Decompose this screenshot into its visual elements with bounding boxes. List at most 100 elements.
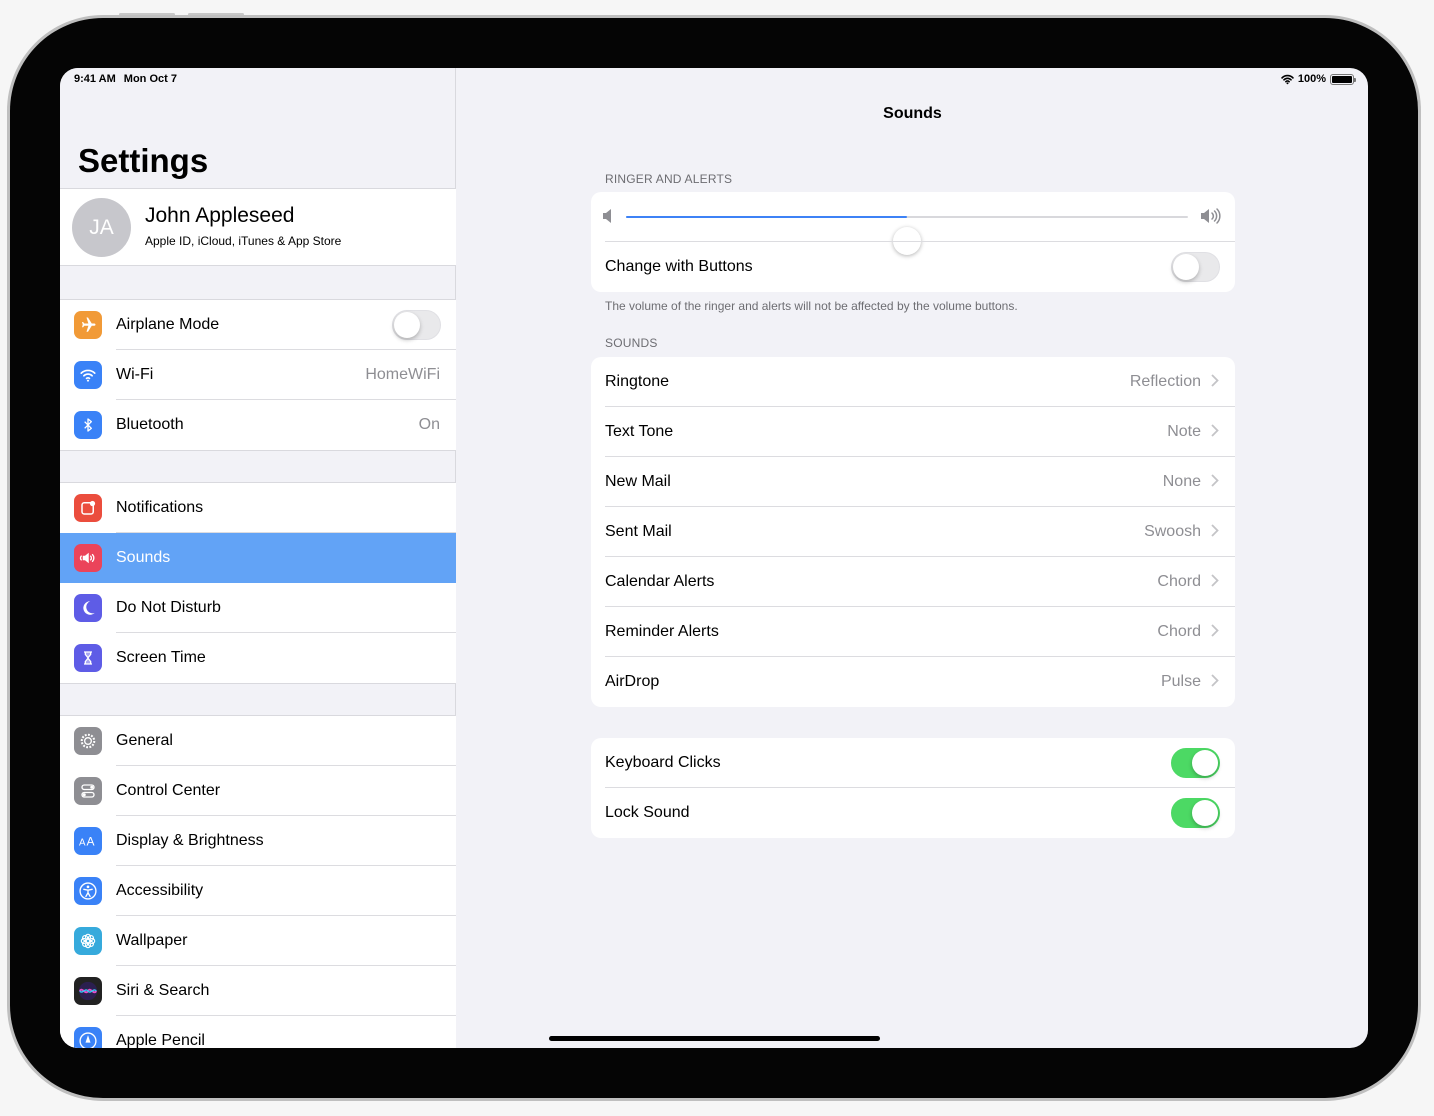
sidebar-item-control-center[interactable]: Control Center — [60, 766, 456, 816]
sound-row-new-mail[interactable]: New Mail None — [591, 457, 1235, 507]
sounds-detail-pane: 100% Sounds RINGER AND ALERTS Change wit… — [457, 68, 1368, 1048]
sound-value: None — [1162, 473, 1201, 490]
sidebar-item-label: Notifications — [116, 499, 204, 516]
sidebar-item-notifications[interactable]: Notifications — [60, 483, 456, 533]
sidebar-item-siri-search[interactable]: Siri & Search — [60, 966, 456, 1016]
sound-label: Sent Mail — [605, 523, 672, 540]
sidebar-item-label: Siri & Search — [116, 982, 210, 999]
status-bar-right: 100% — [1281, 73, 1356, 85]
ringer-volume-slider[interactable] — [626, 216, 1188, 255]
status-bar-left: 9:41 AM Mon Oct 7 — [74, 73, 185, 85]
airplane-mode-toggle[interactable] — [392, 310, 441, 340]
chevron-right-icon — [1211, 424, 1219, 437]
sound-label: New Mail — [605, 473, 671, 490]
volume-high-icon — [1201, 208, 1221, 224]
chevron-right-icon — [1211, 524, 1219, 537]
change-with-buttons-row: Change with Buttons — [591, 242, 1235, 292]
sidebar-item-sounds[interactable]: Sounds — [60, 533, 456, 583]
wifi-network-value: HomeWiFi — [365, 366, 440, 383]
feedback-sounds-card: Keyboard Clicks Lock Sound — [591, 738, 1235, 838]
sidebar-item-bluetooth[interactable]: Bluetooth On — [60, 400, 456, 450]
status-date: Mon Oct 7 — [123, 73, 177, 85]
sidebar-item-accessibility[interactable]: Accessibility — [60, 866, 456, 916]
sidebar-group-system: General Control Center AA Display & Brig… — [60, 715, 456, 1048]
sidebar-item-general[interactable]: General — [60, 716, 456, 766]
page-title: Settings — [78, 142, 209, 179]
chevron-right-icon — [1211, 474, 1219, 487]
detail-title: Sounds — [883, 105, 942, 122]
sound-row-reminder-alerts[interactable]: Reminder Alerts Chord — [591, 607, 1235, 657]
change-with-buttons-toggle[interactable] — [1171, 252, 1220, 282]
sidebar-item-label: Sounds — [116, 549, 171, 566]
sound-label: Reminder Alerts — [605, 623, 719, 640]
sidebar-item-label: General — [116, 732, 173, 749]
avatar: JA — [72, 198, 131, 257]
ringer-footer-note: The volume of the ringer and alerts will… — [605, 299, 1018, 313]
ringer-alerts-card: Change with Buttons — [591, 192, 1235, 292]
volume-low-icon — [603, 209, 611, 223]
sidebar-item-do-not-disturb[interactable]: Do Not Disturb — [60, 583, 456, 633]
sidebar-item-label: Wallpaper — [116, 932, 188, 949]
sound-label: Ringtone — [605, 373, 670, 390]
sidebar-item-label: Control Center — [116, 782, 221, 799]
sidebar-item-apple-pencil[interactable]: Apple Pencil — [60, 1016, 456, 1048]
status-time: 9:41 AM — [74, 73, 116, 85]
pencil-icon — [74, 1027, 102, 1048]
keyboard-clicks-toggle[interactable] — [1171, 748, 1220, 778]
ringer-alerts-header: RINGER AND ALERTS — [605, 172, 733, 186]
chevron-right-icon — [1211, 374, 1219, 387]
screen: 9:41 AM Mon Oct 7 Settings JA John Apples… — [60, 68, 1368, 1048]
sound-row-ringtone[interactable]: Ringtone Reflection — [591, 357, 1235, 407]
svg-text:A: A — [87, 835, 95, 849]
settings-sidebar: 9:41 AM Mon Oct 7 Settings JA John Apples… — [60, 68, 456, 1048]
lock-sound-toggle[interactable] — [1171, 798, 1220, 828]
keyboard-clicks-label: Keyboard Clicks — [605, 754, 721, 771]
switches-icon — [74, 777, 102, 805]
chevron-right-icon — [1211, 624, 1219, 637]
text-size-icon: AA — [74, 827, 102, 855]
lock-sound-label: Lock Sound — [605, 804, 690, 821]
sound-row-text-tone[interactable]: Text Tone Note — [591, 407, 1235, 457]
battery-icon — [1330, 73, 1356, 85]
home-indicator[interactable] — [549, 1036, 880, 1041]
chevron-right-icon — [1211, 574, 1219, 587]
sidebar-item-label: Apple Pencil — [116, 1032, 205, 1048]
profile-subtitle: Apple ID, iCloud, iTunes & App Store — [145, 234, 342, 248]
battery-percent: 100% — [1297, 73, 1326, 85]
sounds-header: SOUNDS — [605, 336, 658, 350]
sound-label: AirDrop — [605, 673, 660, 690]
profile-name: John Appleseed — [145, 204, 295, 227]
sidebar-group-connectivity: Airplane Mode Wi-Fi HomeWiFi Bluetooth O… — [60, 299, 456, 451]
apple-id-profile[interactable]: JA John Appleseed Apple ID, iCloud, iTun… — [60, 188, 456, 266]
sidebar-item-screen-time[interactable]: Screen Time — [60, 633, 456, 683]
sidebar-item-wifi[interactable]: Wi-Fi HomeWiFi — [60, 350, 456, 400]
gear-icon — [74, 727, 102, 755]
change-with-buttons-label: Change with Buttons — [605, 258, 753, 275]
sidebar-item-label: Wi-Fi — [116, 366, 154, 383]
speaker-icon — [74, 544, 102, 572]
siri-icon — [74, 977, 102, 1005]
sidebar-item-label: Do Not Disturb — [116, 599, 221, 616]
ringer-volume-fill — [626, 216, 907, 218]
sidebar-item-label: Screen Time — [116, 649, 206, 666]
sidebar-item-display-brightness[interactable]: AA Display & Brightness — [60, 816, 456, 866]
sidebar-item-label: Accessibility — [116, 882, 204, 899]
sound-row-airdrop[interactable]: AirDrop Pulse — [591, 657, 1235, 707]
sound-label: Calendar Alerts — [605, 573, 715, 590]
lock-sound-row: Lock Sound — [591, 788, 1235, 838]
sound-row-calendar-alerts[interactable]: Calendar Alerts Chord — [591, 557, 1235, 607]
sound-value: Chord — [1157, 573, 1201, 590]
sound-value: Pulse — [1160, 673, 1201, 690]
sidebar-item-label: Display & Brightness — [116, 832, 264, 849]
sound-value: Swoosh — [1144, 523, 1201, 540]
bluetooth-icon — [74, 411, 102, 439]
sound-value: Note — [1167, 423, 1201, 440]
sound-value: Reflection — [1129, 373, 1201, 390]
keyboard-clicks-row: Keyboard Clicks — [591, 738, 1235, 788]
wifi-icon — [74, 361, 102, 389]
sounds-card: Ringtone Reflection Text Tone Note New M… — [591, 357, 1235, 707]
sidebar-item-wallpaper[interactable]: Wallpaper — [60, 916, 456, 966]
sidebar-item-airplane-mode[interactable]: Airplane Mode — [60, 300, 456, 350]
notifications-icon — [74, 494, 102, 522]
sound-row-sent-mail[interactable]: Sent Mail Swoosh — [591, 507, 1235, 557]
